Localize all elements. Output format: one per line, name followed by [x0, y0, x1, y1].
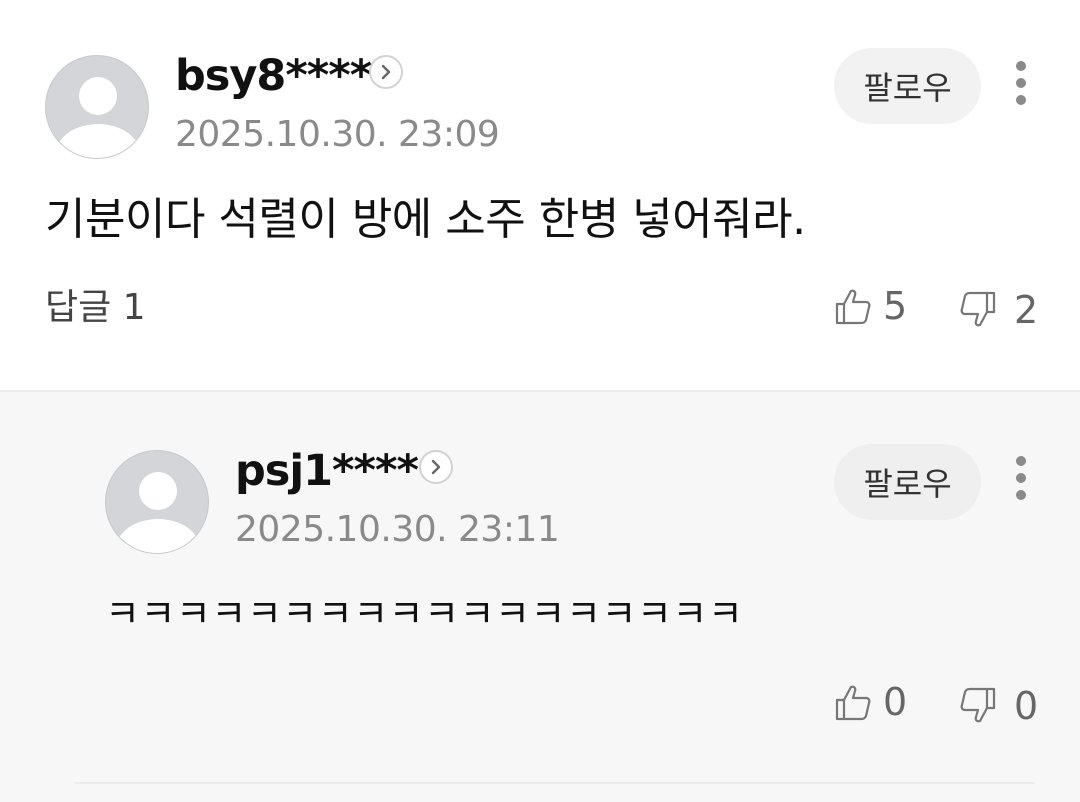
like-button[interactable]: 5: [833, 284, 907, 328]
comment-date: 2025.10.30. 23:09: [175, 114, 500, 155]
reply-username[interactable]: psj1****: [235, 450, 419, 493]
thumbs-down-icon: [960, 291, 996, 327]
like-count: 5: [883, 284, 908, 328]
reply-like-button[interactable]: 0: [833, 680, 907, 724]
reply-follow-button[interactable]: 팔로우: [834, 444, 981, 520]
reply-avatar[interactable]: [105, 450, 209, 554]
username[interactable]: bsy8****: [175, 55, 372, 98]
reply-text: ㅋㅋㅋㅋㅋㅋㅋㅋㅋㅋㅋㅋㅋㅋㅋㅋㅋㅋ: [105, 592, 744, 636]
reply-dislike-button[interactable]: 0: [958, 684, 1038, 728]
chevron-right-icon: [381, 64, 391, 80]
thumbs-down-icon: [960, 687, 996, 723]
thumbs-up-icon: [835, 685, 871, 721]
dislike-button[interactable]: 2: [958, 288, 1038, 332]
chevron-right-icon: [431, 459, 441, 475]
more-vertical-icon[interactable]: [1011, 61, 1031, 111]
dislike-count: 2: [1014, 288, 1039, 332]
replies-button[interactable]: 답글 1: [45, 290, 146, 326]
reply-like-count: 0: [883, 680, 908, 724]
more-vertical-icon[interactable]: [1011, 456, 1031, 506]
reply-section: psj1**** 2025.10.30. 23:11 팔로우 ㅋㅋㅋㅋㅋㅋㅋㅋㅋ…: [0, 392, 1080, 802]
reply-date: 2025.10.30. 23:11: [235, 509, 560, 550]
avatar-icon: [116, 472, 200, 553]
reply-profile-chevron-button[interactable]: [419, 450, 453, 484]
avatar[interactable]: [45, 55, 149, 159]
avatar-icon: [56, 77, 140, 158]
follow-button[interactable]: 팔로우: [834, 48, 981, 124]
reply-dislike-count: 0: [1014, 684, 1039, 728]
comment-text: 기분이다 석렬이 방에 소주 한병 넣어줘라.: [45, 194, 806, 245]
reply-divider: [75, 782, 1035, 784]
comment: bsy8**** 2025.10.30. 23:09 팔로우 기분이다 석렬이 …: [0, 0, 1080, 390]
profile-chevron-button[interactable]: [369, 55, 403, 89]
thumbs-up-icon: [835, 289, 871, 325]
